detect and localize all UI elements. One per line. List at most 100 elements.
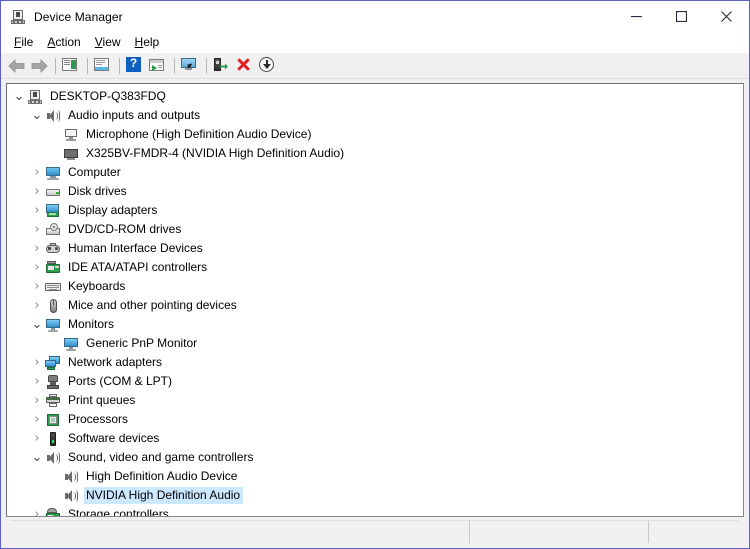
toolbar-separator-3 (119, 57, 120, 74)
window-title: Device Manager (34, 9, 123, 24)
device-tree[interactable]: ⌄ DESKTOP-Q383FDQ ⌄ Audio inputs and output… (7, 84, 743, 517)
menu-help[interactable]: Help (128, 33, 167, 52)
tree-node[interactable]: › Ports (COM & LPT) (7, 372, 743, 391)
chevron-right-icon[interactable]: › (29, 220, 45, 239)
chevron-right-icon[interactable]: › (29, 258, 45, 277)
tree-node[interactable]: › Network adapters (7, 353, 743, 372)
chevron-right-icon[interactable]: › (29, 277, 45, 296)
computer-icon (45, 165, 61, 181)
tree-node[interactable]: › Display adapters (7, 201, 743, 220)
tree-node[interactable]: › Software devices (7, 429, 743, 448)
chevron-right-icon[interactable]: › (29, 201, 45, 220)
chevron-down-icon[interactable]: ⌄ (29, 448, 45, 467)
tree-node-label: DVD/CD-ROM drives (68, 222, 182, 236)
tree-node[interactable]: › Computer (7, 163, 743, 182)
processor-icon (45, 412, 61, 428)
tree-node-label: NVIDIA High Definition Audio (84, 487, 244, 504)
tree-node[interactable]: › Keyboards (7, 277, 743, 296)
status-pane-secondary (469, 521, 648, 543)
tree-node-label: High Definition Audio Device (86, 469, 238, 483)
scan-hardware-changes-button[interactable] (147, 55, 170, 77)
update-driver-button[interactable] (92, 55, 115, 77)
tree-node[interactable]: ⌄ Monitors (7, 315, 743, 334)
minimize-button[interactable] (614, 1, 659, 32)
tree-node-label: Sound, video and game controllers (68, 450, 254, 464)
tree-node-label: Processors (68, 412, 129, 426)
enable-device-icon (211, 55, 234, 77)
chevron-right-icon[interactable]: › (29, 353, 45, 372)
show-hidden-devices-button[interactable] (179, 55, 202, 77)
menu-action[interactable]: Action (40, 33, 87, 52)
menu-view[interactable]: View (88, 33, 128, 52)
tree-node[interactable]: High Definition Audio Device (7, 467, 743, 486)
tree-node[interactable]: › Human Interface Devices (7, 239, 743, 258)
tree-node[interactable]: NVIDIA High Definition Audio (7, 486, 743, 505)
close-button[interactable] (704, 1, 749, 32)
tree-node[interactable]: › Storage controllers (7, 505, 743, 517)
chevron-right-icon[interactable]: › (29, 182, 45, 201)
chevron-right-icon[interactable]: › (29, 410, 45, 429)
computer-root-icon (27, 89, 43, 105)
chevron-down-icon[interactable]: ⌄ (29, 315, 45, 334)
properties-button[interactable] (60, 55, 83, 77)
device-manager-window: Device Manager File Action View Help ? ⌄… (0, 0, 750, 549)
enable-device-button[interactable] (211, 55, 234, 77)
chevron-right-icon[interactable]: › (29, 296, 45, 315)
maximize-button[interactable] (659, 1, 704, 32)
printer-icon (45, 393, 61, 409)
tree-node-label: Storage controllers (68, 507, 169, 517)
status-bar (11, 520, 739, 543)
display-adapter-icon (45, 203, 61, 219)
toolbar: ? (1, 53, 749, 79)
chevron-right-icon[interactable]: › (29, 429, 45, 448)
tree-node[interactable]: Microphone (High Definition Audio Device… (7, 125, 743, 144)
tree-node-label: Display adapters (68, 203, 158, 217)
toolbar-separator-5 (206, 57, 207, 74)
chevron-right-icon[interactable]: › (29, 505, 45, 516)
chevron-right-icon[interactable]: › (29, 239, 45, 258)
chevron-right-icon[interactable]: › (29, 391, 45, 410)
tree-node-label: DESKTOP-Q383FDQ (50, 89, 166, 103)
tree-node-label: Software devices (68, 431, 160, 445)
tree-node-label: Human Interface Devices (68, 241, 203, 255)
tree-node-label: Print queues (68, 393, 136, 407)
speaker-icon (63, 469, 79, 485)
forward-arrow-icon (31, 58, 48, 73)
chevron-down-icon[interactable]: ⌄ (29, 106, 45, 125)
tree-node[interactable]: ⌄ Sound, video and game controllers (7, 448, 743, 467)
tree-node-label: Ports (COM & LPT) (68, 374, 173, 388)
tree-node[interactable]: › IDE ATA/ATAPI controllers (7, 258, 743, 277)
microphone-device-icon (63, 127, 79, 143)
tree-node-label: IDE ATA/ATAPI controllers (68, 260, 208, 274)
back-button[interactable] (5, 55, 28, 77)
chevron-down-icon[interactable]: ⌄ (11, 87, 27, 106)
tree-node-label: X325BV-FMDR-4 (NVIDIA High Definition Au… (86, 146, 345, 160)
tree-node[interactable]: › Print queues (7, 391, 743, 410)
tree-node[interactable]: › Disk drives (7, 182, 743, 201)
title-bar: Device Manager (1, 1, 749, 32)
forward-button[interactable] (28, 55, 51, 77)
chevron-right-icon[interactable]: › (29, 372, 45, 391)
audio-monitor-icon (63, 146, 79, 162)
storage-controller-icon (45, 507, 61, 516)
maximize-icon (676, 11, 687, 22)
chevron-right-icon[interactable]: › (29, 163, 45, 182)
tree-node[interactable]: › Mice and other pointing devices (7, 296, 743, 315)
back-arrow-icon (8, 58, 25, 73)
tree-node[interactable]: ⌄ Audio inputs and outputs (7, 106, 743, 125)
menu-file[interactable]: File (7, 33, 40, 52)
tree-node[interactable]: › Processors (7, 410, 743, 429)
disable-device-button[interactable] (257, 55, 280, 77)
speaker-icon (63, 488, 79, 504)
tree-node[interactable]: ⌄ DESKTOP-Q383FDQ (7, 87, 743, 106)
status-pane-tertiary (648, 521, 739, 543)
scan-hardware-icon (147, 55, 170, 77)
menu-file-label: ile (21, 35, 34, 49)
tree-node[interactable]: Generic PnP Monitor (7, 334, 743, 353)
tree-node-label: Audio inputs and outputs (68, 108, 201, 122)
tree-node[interactable]: › DVD/CD-ROM drives (7, 220, 743, 239)
uninstall-device-button[interactable] (234, 55, 257, 77)
menu-bar: File Action View Help (1, 32, 749, 53)
help-button[interactable]: ? (124, 55, 147, 77)
tree-node[interactable]: X325BV-FMDR-4 (NVIDIA High Definition Au… (7, 144, 743, 163)
